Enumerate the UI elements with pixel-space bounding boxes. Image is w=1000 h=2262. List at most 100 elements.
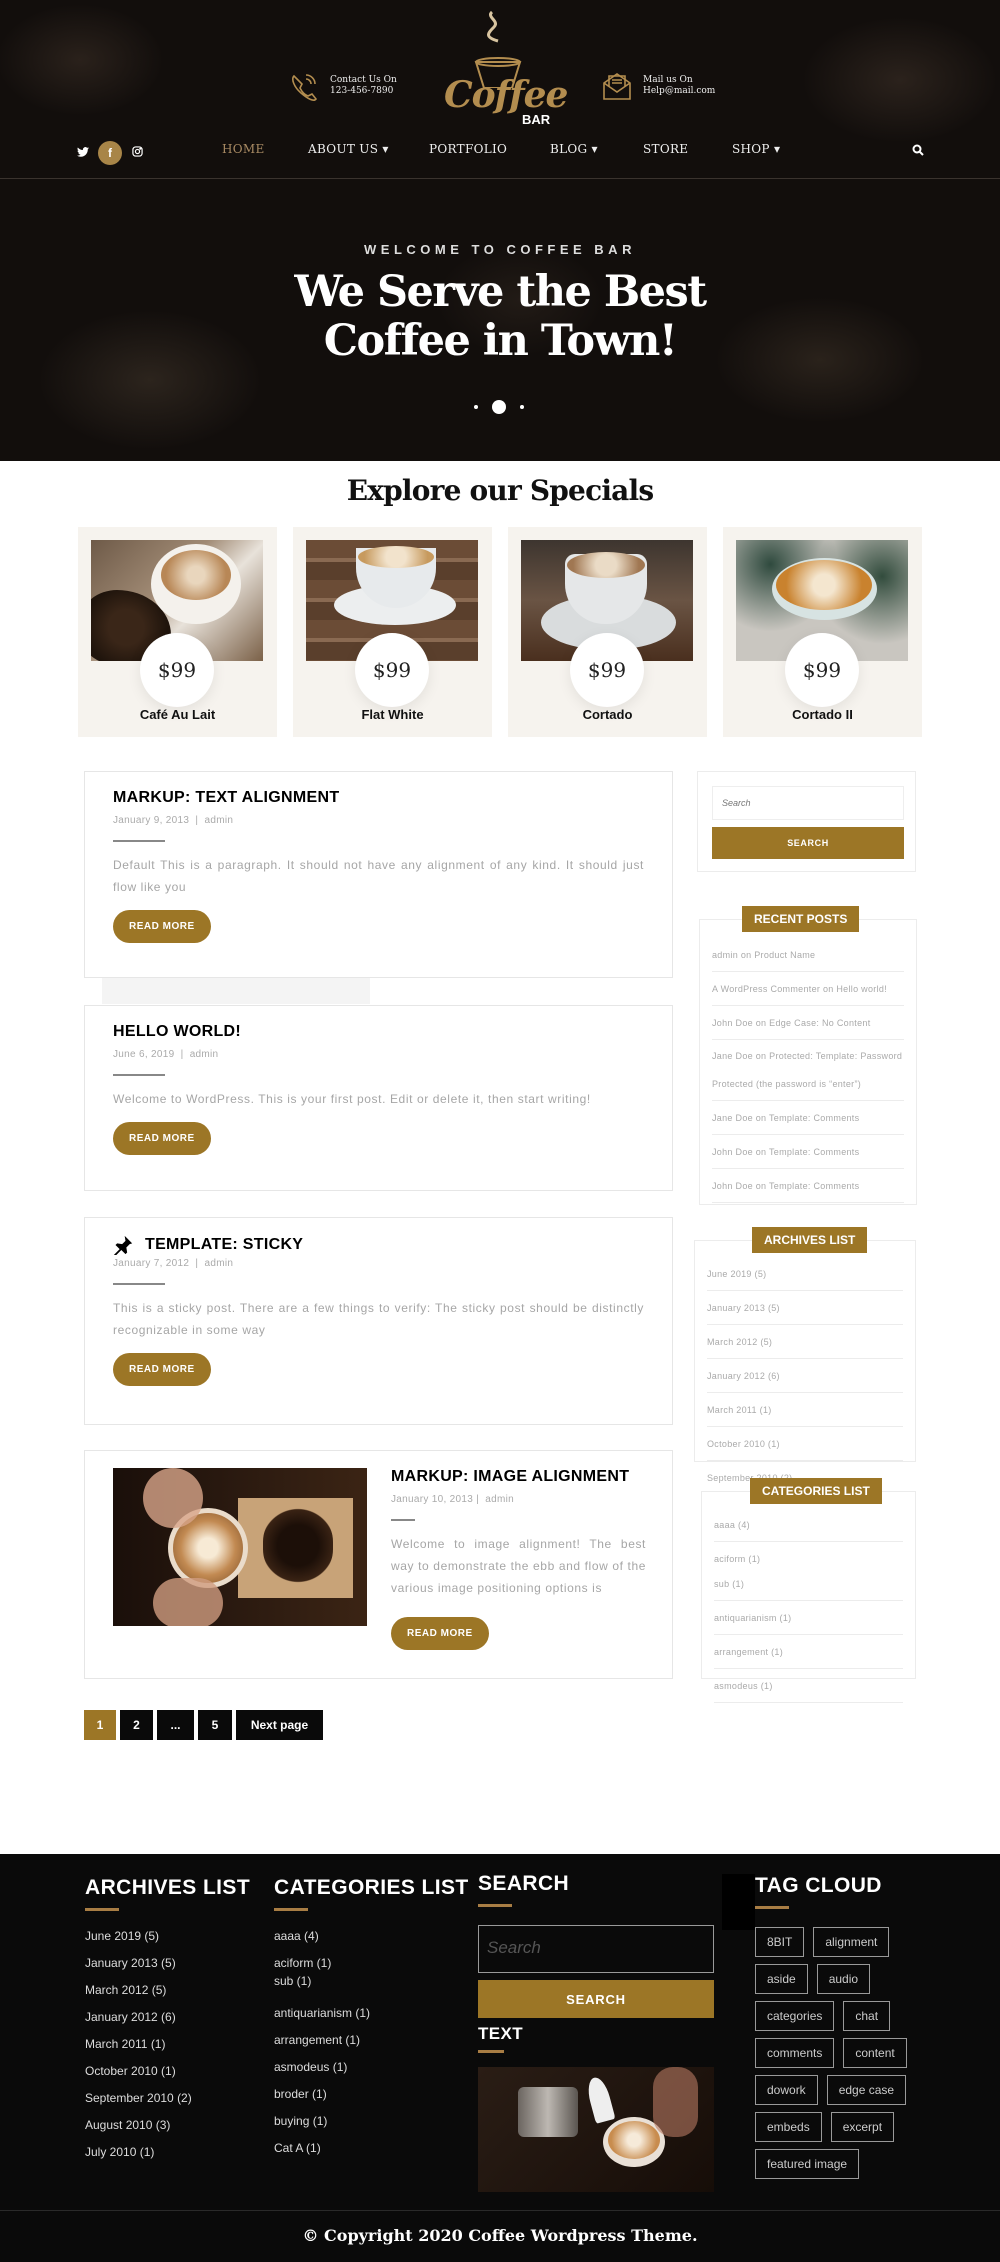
footer-archive-item[interactable]: January 2012 (6) [85, 2010, 250, 2024]
footer-category-item[interactable]: broder (1) [274, 2087, 469, 2101]
tag-item[interactable]: content [843, 2038, 907, 2068]
category-item[interactable]: aciform (1) [714, 1542, 903, 1575]
nav-shop[interactable]: SHOP ▾ [732, 142, 780, 156]
read-more-button[interactable]: READ MORE [113, 1353, 211, 1386]
post-divider [391, 1519, 415, 1521]
sidebar-search-button[interactable]: SEARCH [712, 827, 904, 859]
page-ellipsis: ... [157, 1710, 194, 1740]
footer-archive-item[interactable]: October 2010 (1) [85, 2064, 250, 2078]
read-more-button[interactable]: READ MORE [113, 910, 211, 943]
category-item[interactable]: sub (1) [714, 1575, 903, 1601]
nav-portfolio[interactable]: PORTFOLIO [429, 142, 507, 156]
special-name: Flat White [361, 707, 424, 722]
footer-category-item[interactable]: Cat A (1) [274, 2141, 469, 2155]
footer-archive-item[interactable]: July 2010 (1) [85, 2145, 250, 2159]
footer-category-item[interactable]: buying (1) [274, 2114, 469, 2128]
footer-archive-item[interactable]: March 2012 (5) [85, 1983, 250, 1997]
archives-widget: ARCHIVES LIST June 2019 (5) January 2013… [694, 1227, 916, 1483]
sidebar-search-widget: SEARCH [697, 771, 916, 872]
post-author[interactable]: admin [190, 1049, 219, 1060]
tag-item[interactable]: dowork [755, 2075, 818, 2105]
tag-item[interactable]: audio [816, 1964, 871, 1994]
sidebar-search-input[interactable] [712, 786, 904, 820]
footer-archive-item[interactable]: January 2013 (5) [85, 1956, 250, 1970]
category-item[interactable]: arrangement (1) [714, 1635, 903, 1669]
nav-about-us[interactable]: ABOUT US ▾ [308, 142, 389, 156]
footer-category-item[interactable]: arrangement (1) [274, 2033, 469, 2047]
site-logo[interactable]: Coffee BAR [440, 8, 568, 127]
archive-item[interactable]: March 2012 (5) [707, 1325, 903, 1359]
post-image[interactable] [113, 1468, 367, 1626]
recent-post-item[interactable]: John Doe on Template: Comments [712, 1135, 904, 1169]
archive-item[interactable]: January 2012 (6) [707, 1359, 903, 1393]
footer-search-button[interactable]: SEARCH [478, 1980, 714, 2018]
special-card[interactable]: $99 Cortado II [723, 527, 922, 737]
search-icon[interactable] [912, 143, 924, 161]
tag-item[interactable]: alignment [813, 1927, 890, 1957]
read-more-button[interactable]: READ MORE [391, 1617, 489, 1650]
post-meta: January 10, 2013 | admin [391, 1494, 646, 1505]
logo-wordmark: Coffee [444, 74, 568, 116]
post-excerpt: Welcome to image alignment! The best way… [391, 1537, 646, 1595]
page-5[interactable]: 5 [198, 1710, 232, 1740]
nav-blog[interactable]: BLOG ▾ [550, 142, 598, 156]
post-author[interactable]: admin [485, 1494, 514, 1505]
post-date[interactable]: January 10, 2013 [391, 1494, 473, 1505]
post-title[interactable]: MARKUP: IMAGE ALIGNMENT [391, 1468, 646, 1486]
next-page-button[interactable]: Next page [236, 1710, 323, 1740]
footer-search-input[interactable]: Search [478, 1925, 714, 1973]
footer-category-item[interactable]: aciform (1) [274, 1956, 469, 1970]
tag-item[interactable]: embeds [755, 2112, 822, 2142]
slider-dot[interactable] [520, 405, 524, 409]
tag-item[interactable]: featured image [755, 2149, 860, 2179]
nav-store[interactable]: STORE [643, 142, 688, 156]
slider-dot[interactable] [474, 405, 478, 409]
tag-item[interactable]: categories [755, 2001, 835, 2031]
recent-post-item[interactable]: Jane Doe on Template: Comments [712, 1101, 904, 1135]
post-date[interactable]: January 7, 2012 [113, 1258, 189, 1269]
archive-item[interactable]: October 2010 (1) [707, 1427, 903, 1461]
post-date[interactable]: January 9, 2013 [113, 815, 189, 826]
tag-item[interactable]: excerpt [830, 2112, 895, 2142]
post-title[interactable]: MARKUP: TEXT ALIGNMENT [113, 789, 644, 807]
post-title[interactable]: TEMPLATE: STICKY [145, 1236, 303, 1254]
page-2[interactable]: 2 [120, 1710, 153, 1740]
recent-post-item[interactable]: A WordPress Commenter on Hello world! [712, 972, 904, 1006]
slider-dot-active[interactable] [492, 400, 506, 414]
footer-archive-item[interactable]: August 2010 (3) [85, 2118, 250, 2132]
special-card[interactable]: $99 Café Au Lait [78, 527, 277, 737]
tag-item[interactable]: comments [755, 2038, 835, 2068]
footer-category-item[interactable]: aaaa (4) [274, 1929, 469, 1943]
contact-phone-number[interactable]: 123-456-7890 [330, 86, 397, 97]
post-author[interactable]: admin [204, 815, 233, 826]
tag-item[interactable]: aside [755, 1964, 808, 1994]
category-item[interactable]: asmodeus (1) [714, 1669, 903, 1703]
archive-item[interactable]: June 2019 (5) [707, 1257, 903, 1291]
category-item[interactable]: antiquarianism (1) [714, 1601, 903, 1635]
recent-post-item[interactable]: John Doe on Edge Case: No Content [712, 1006, 904, 1040]
footer-archive-item[interactable]: September 2010 (2) [85, 2091, 250, 2105]
category-item[interactable]: aaaa (4) [714, 1508, 903, 1542]
footer-category-item[interactable]: antiquarianism (1) [274, 2006, 469, 2020]
post-date[interactable]: June 6, 2019 [113, 1049, 174, 1060]
post-author[interactable]: admin [204, 1258, 233, 1269]
read-more-button[interactable]: READ MORE [113, 1122, 211, 1155]
tag-item[interactable]: chat [843, 2001, 891, 2031]
mail-address[interactable]: Help@mail.com [643, 86, 715, 97]
post-title[interactable]: HELLO WORLD! [113, 1023, 644, 1041]
archive-item[interactable]: March 2011 (1) [707, 1393, 903, 1427]
page-1-current[interactable]: 1 [84, 1710, 116, 1740]
footer-category-item[interactable]: sub (1) [274, 1974, 469, 1988]
recent-post-item[interactable]: admin on Product Name [712, 938, 904, 972]
recent-post-item[interactable]: John Doe on Template: Comments [712, 1169, 904, 1203]
special-card[interactable]: $99 Flat White [293, 527, 492, 737]
archive-item[interactable]: January 2013 (5) [707, 1291, 903, 1325]
tag-item[interactable]: 8BIT [755, 1927, 805, 1957]
recent-post-item[interactable]: Jane Doe on Protected: Template: Passwor… [712, 1040, 904, 1101]
special-card[interactable]: $99 Cortado [508, 527, 707, 737]
footer-archive-item[interactable]: June 2019 (5) [85, 1929, 250, 1943]
footer-archive-item[interactable]: March 2011 (1) [85, 2037, 250, 2051]
tag-item[interactable]: edge case [826, 2075, 907, 2105]
nav-home[interactable]: HOME [222, 142, 265, 156]
footer-category-item[interactable]: asmodeus (1) [274, 2060, 469, 2074]
